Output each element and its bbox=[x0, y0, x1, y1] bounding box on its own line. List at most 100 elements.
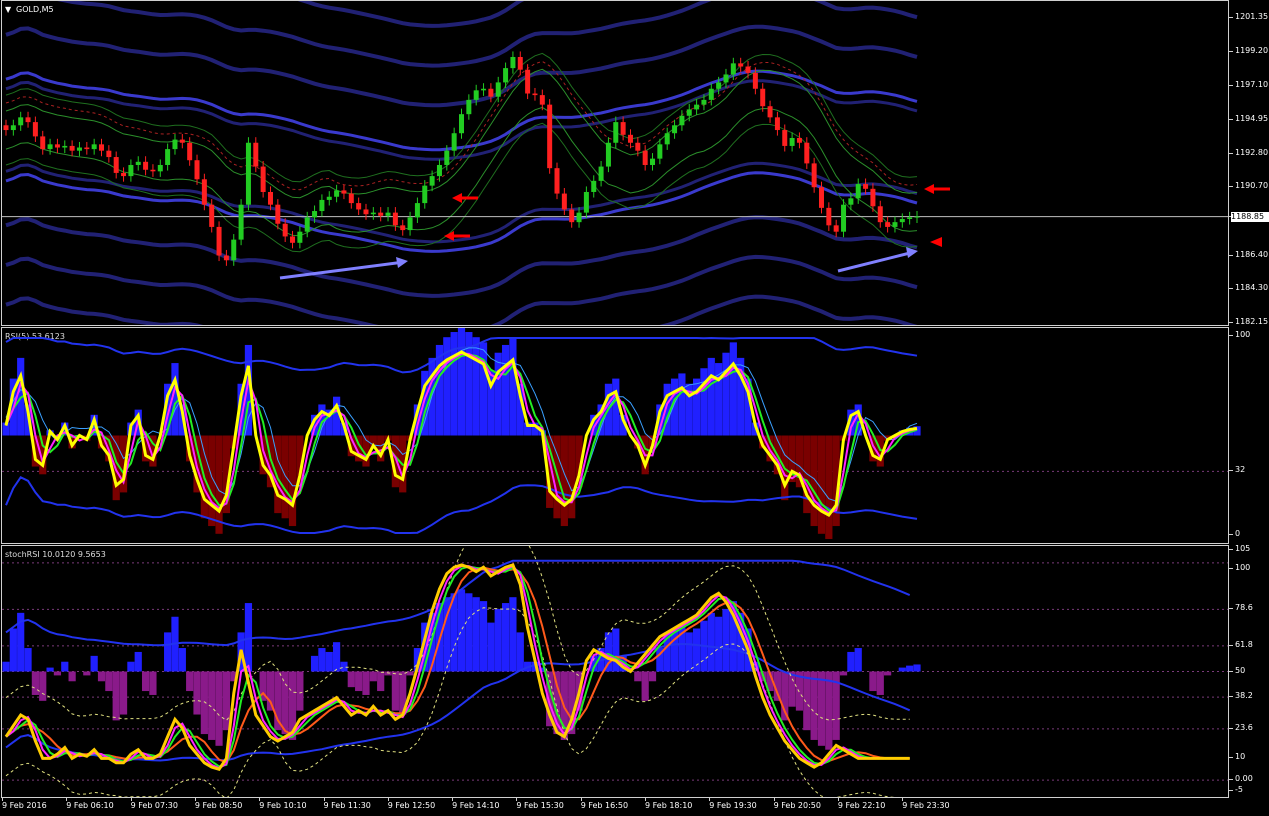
stoch-histogram-bar bbox=[406, 671, 414, 676]
tick-mark bbox=[1229, 549, 1233, 550]
time-tick: 9 Feb 23:30 bbox=[902, 798, 950, 810]
candle-body bbox=[157, 164, 163, 172]
stoch-histogram-bar bbox=[105, 671, 113, 692]
stoch-histogram-bar bbox=[913, 664, 921, 672]
candle-body bbox=[466, 99, 472, 115]
tick-label: 23.6 bbox=[1235, 722, 1253, 732]
rsi-histogram-bar bbox=[700, 368, 708, 436]
candle-body bbox=[304, 217, 310, 232]
candle-body bbox=[620, 122, 626, 135]
candle-body bbox=[818, 187, 824, 208]
stoch-histogram-bar bbox=[472, 597, 480, 672]
rsi-histogram-bar bbox=[568, 435, 576, 519]
tick-mark bbox=[1229, 322, 1233, 323]
time-tick-label: 9 Feb 08:50 bbox=[194, 801, 243, 810]
stoch-histogram-bar bbox=[384, 671, 392, 676]
candle-body bbox=[282, 223, 288, 237]
tick-label: 78.6 bbox=[1235, 603, 1253, 613]
time-tick: 9 Feb 16:50 bbox=[580, 798, 628, 810]
stoch-histogram-bar bbox=[266, 671, 275, 711]
stochrsi-pane[interactable]: stochRSI 10.0120 9.5653 bbox=[1, 545, 1229, 798]
candle-body bbox=[811, 163, 817, 188]
time-tick-label: 9 Feb 07:30 bbox=[130, 801, 178, 810]
candle-body bbox=[99, 144, 105, 151]
candle-body bbox=[870, 188, 876, 207]
stoch-histogram-bar bbox=[707, 612, 715, 672]
stochrsi-chart[interactable] bbox=[2, 546, 1228, 797]
candle-body bbox=[642, 150, 648, 165]
candle-body bbox=[650, 158, 656, 165]
time-tick-label: 9 Feb 14:10 bbox=[452, 801, 500, 810]
candle-body bbox=[774, 117, 780, 131]
tick-label: 1199.20 bbox=[1235, 46, 1269, 56]
candle-body bbox=[429, 176, 435, 186]
candle-body bbox=[694, 104, 700, 110]
candle-body bbox=[672, 125, 678, 134]
candle-body bbox=[481, 88, 487, 91]
rsi-pane[interactable]: RSI(5) 53.6123 bbox=[1, 327, 1229, 544]
price-pane[interactable]: ▼ GOLD,M5 bbox=[1, 0, 1229, 326]
rsi-histogram-bar bbox=[288, 435, 297, 527]
stoch-histogram-bar bbox=[325, 651, 333, 672]
candle-body bbox=[473, 90, 479, 100]
candle-body bbox=[730, 63, 736, 75]
rsi-histogram-bar bbox=[479, 342, 488, 436]
time-tick-mark bbox=[130, 798, 132, 801]
candle-body bbox=[25, 117, 31, 123]
stoch-histogram-bar bbox=[516, 632, 524, 672]
tick-label: 1190.70 bbox=[1235, 181, 1269, 191]
tick-label: 1182.15 bbox=[1235, 317, 1269, 326]
stoch-histogram-bar bbox=[685, 632, 693, 672]
time-tick: 9 Feb 10:10 bbox=[259, 798, 307, 810]
stoch-histogram-bar bbox=[97, 671, 106, 682]
rsi-histogram-bar bbox=[472, 337, 480, 436]
rsi-histogram-bar bbox=[678, 373, 686, 436]
candle-body bbox=[238, 204, 244, 240]
candle-body bbox=[598, 166, 604, 181]
candle-body bbox=[3, 125, 9, 131]
candle-body bbox=[392, 212, 398, 226]
stoch-histogram-bar bbox=[494, 608, 502, 672]
time-tick: 9 Feb 15:30 bbox=[516, 798, 564, 810]
candle-body bbox=[899, 218, 905, 223]
candle-body bbox=[877, 206, 883, 223]
tick-mark bbox=[1229, 670, 1233, 672]
candle-body bbox=[826, 207, 832, 226]
candle-body bbox=[503, 68, 509, 83]
stoch-histogram-bar bbox=[391, 671, 399, 711]
envelope-band bbox=[5, 24, 918, 108]
candle-body bbox=[716, 82, 722, 89]
candle-body bbox=[319, 199, 325, 212]
stoch-histogram-bar bbox=[479, 601, 488, 672]
rsi-histogram-bar bbox=[494, 352, 502, 436]
candle-body bbox=[407, 217, 413, 231]
stoch-histogram-bar bbox=[90, 655, 98, 672]
stoch-histogram-bar bbox=[906, 665, 914, 672]
stoch-histogram-bar bbox=[310, 655, 319, 672]
tick-label: 0.00 bbox=[1235, 774, 1253, 784]
stoch-histogram-bar bbox=[847, 651, 855, 672]
candle-body bbox=[143, 161, 149, 170]
stoch-histogram-bar bbox=[164, 632, 172, 672]
tick-mark bbox=[1229, 287, 1233, 289]
tick-label: 38.2 bbox=[1235, 691, 1253, 701]
time-tick-label: 9 Feb 23:30 bbox=[902, 801, 950, 810]
time-tick: 9 Feb 22:10 bbox=[837, 798, 885, 810]
tick-label: 0 bbox=[1235, 529, 1241, 538]
candle-body bbox=[532, 93, 538, 96]
candle-body bbox=[297, 231, 303, 243]
price-chart[interactable] bbox=[2, 1, 1228, 325]
rsi-histogram-bar bbox=[722, 352, 730, 436]
stoch-histogram-bar bbox=[509, 597, 517, 672]
rsi-chart[interactable] bbox=[2, 328, 1228, 543]
stoch-histogram-bar bbox=[487, 622, 495, 672]
stoch-histogram-bar bbox=[347, 671, 355, 688]
stoch-histogram-bar bbox=[340, 661, 348, 672]
candle-body bbox=[348, 193, 354, 204]
candle-body bbox=[892, 222, 898, 227]
candle-body bbox=[414, 203, 420, 218]
time-tick-mark bbox=[773, 798, 775, 801]
stochrsi-axis: 105 100 78.6 61.8 50 38.2 23.6 10 0.00 -5 bbox=[1229, 544, 1269, 798]
stoch-histogram-bar bbox=[869, 671, 877, 692]
candle-body bbox=[40, 136, 46, 150]
